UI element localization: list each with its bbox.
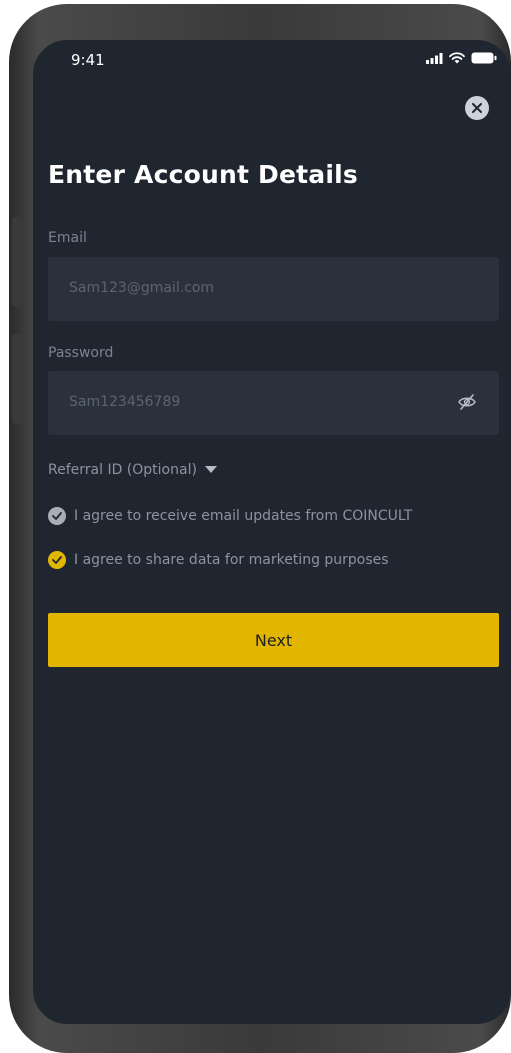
password-visibility-toggle[interactable] bbox=[457, 393, 477, 415]
email-field[interactable]: Sam123@gmail.com bbox=[48, 257, 499, 321]
status-time: 9:41 bbox=[71, 51, 105, 69]
phone-frame: 9:41 Enter Account Details Email Sam123@… bbox=[9, 4, 511, 1053]
status-bar: 9:41 bbox=[33, 40, 511, 84]
check-icon bbox=[52, 556, 62, 564]
marketing-checkbox[interactable] bbox=[48, 551, 66, 569]
email-updates-checkbox[interactable] bbox=[48, 507, 66, 525]
next-button[interactable]: Next bbox=[48, 613, 499, 667]
email-updates-label: I agree to receive email updates from CO… bbox=[74, 508, 413, 524]
check-icon bbox=[52, 512, 62, 520]
email-label: Email bbox=[48, 230, 87, 246]
phone-screen: 9:41 Enter Account Details Email Sam123@… bbox=[33, 40, 511, 1024]
email-updates-checkbox-row[interactable]: I agree to receive email updates from CO… bbox=[48, 507, 412, 525]
phone-volume-down-button bbox=[12, 334, 22, 424]
password-placeholder: Sam123456789 bbox=[69, 394, 181, 410]
signal-icon bbox=[426, 52, 443, 64]
marketing-label: I agree to share data for marketing purp… bbox=[74, 552, 389, 568]
caret-down-icon bbox=[204, 466, 217, 473]
email-placeholder: Sam123@gmail.com bbox=[69, 280, 215, 296]
wifi-icon bbox=[449, 52, 465, 64]
password-label: Password bbox=[48, 345, 114, 361]
referral-id-dropdown[interactable]: Referral ID (Optional) bbox=[48, 462, 217, 478]
marketing-checkbox-row[interactable]: I agree to share data for marketing purp… bbox=[48, 551, 389, 569]
close-button[interactable] bbox=[465, 96, 489, 120]
status-icons bbox=[426, 52, 497, 64]
password-field[interactable]: Sam123456789 bbox=[48, 371, 499, 435]
battery-icon bbox=[471, 52, 497, 64]
phone-volume-up-button bbox=[12, 217, 22, 307]
close-icon bbox=[472, 103, 482, 113]
eye-off-icon bbox=[458, 394, 476, 410]
referral-id-label: Referral ID (Optional) bbox=[48, 462, 197, 478]
page-title: Enter Account Details bbox=[48, 160, 358, 189]
